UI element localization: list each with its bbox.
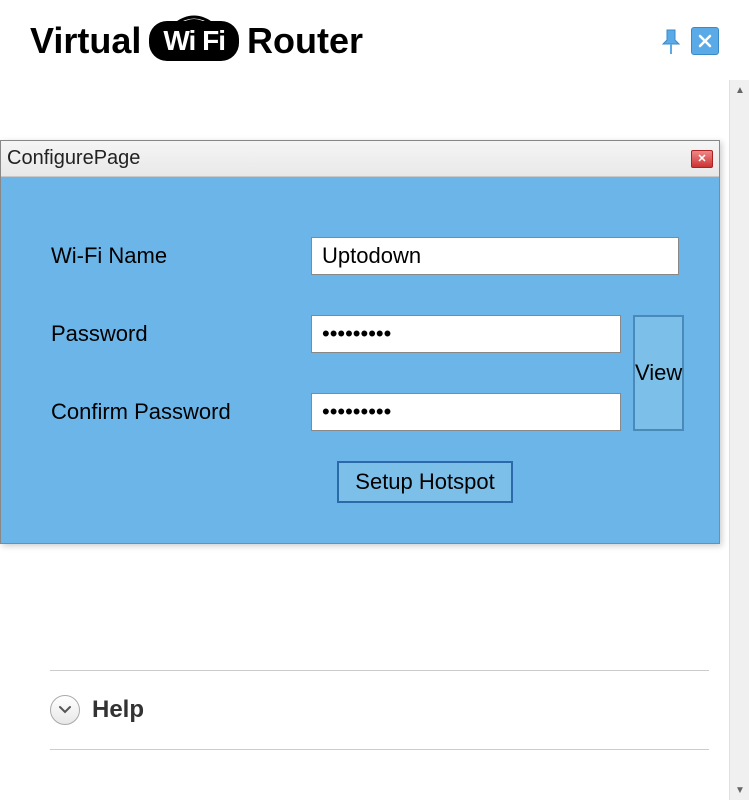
header-actions: [659, 26, 719, 56]
scroll-up-button[interactable]: ▲: [730, 80, 749, 100]
scroll-down-button[interactable]: ▼: [730, 780, 749, 800]
wifi-name-label: Wi-Fi Name: [51, 243, 311, 269]
help-expand-button[interactable]: [50, 695, 80, 725]
pin-icon[interactable]: [659, 26, 683, 56]
dialog-close-button[interactable]: ✕: [691, 150, 713, 168]
app-title: Virtual Wi Fi Router: [30, 20, 363, 62]
dialog-titlebar[interactable]: ConfigurePage ✕: [1, 141, 719, 177]
password-row: Password: [51, 315, 621, 353]
scrollbar[interactable]: ▲ ▼: [729, 80, 749, 800]
configure-dialog: ConfigurePage ✕ Wi-Fi Name Password Conf…: [0, 140, 720, 544]
dialog-body: Wi-Fi Name Password Confirm Password Vie…: [1, 177, 719, 543]
wifi-arcs-icon: [164, 13, 224, 27]
submit-row: Setup Hotspot: [51, 461, 679, 503]
help-label: Help: [92, 696, 144, 724]
wifi-name-input[interactable]: [311, 237, 679, 275]
chevron-down-icon: [58, 705, 72, 715]
confirm-password-label: Confirm Password: [51, 399, 311, 425]
view-password-button[interactable]: View: [633, 315, 684, 431]
divider-bottom: [50, 749, 709, 750]
close-icon: [698, 34, 712, 48]
setup-hotspot-button[interactable]: Setup Hotspot: [337, 461, 512, 503]
close-icon: ✕: [697, 152, 706, 165]
password-group: Password Confirm Password View: [51, 315, 679, 431]
app-header: Virtual Wi Fi Router: [0, 0, 749, 72]
help-row[interactable]: Help: [50, 671, 709, 749]
dialog-title: ConfigurePage: [7, 147, 140, 170]
title-text-1: Virtual: [30, 20, 141, 62]
password-label: Password: [51, 321, 311, 347]
password-fields: Password Confirm Password: [51, 315, 621, 431]
wifi-name-row: Wi-Fi Name: [51, 237, 679, 275]
title-text-2: Router: [247, 20, 363, 62]
help-section: Help: [50, 670, 709, 750]
confirm-password-row: Confirm Password: [51, 393, 621, 431]
content-area: ConfigurePage ✕ Wi-Fi Name Password Conf…: [0, 80, 749, 800]
confirm-password-input[interactable]: [311, 393, 621, 431]
close-app-button[interactable]: [691, 27, 719, 55]
password-input[interactable]: [311, 315, 621, 353]
wifi-badge: Wi Fi: [149, 21, 239, 61]
